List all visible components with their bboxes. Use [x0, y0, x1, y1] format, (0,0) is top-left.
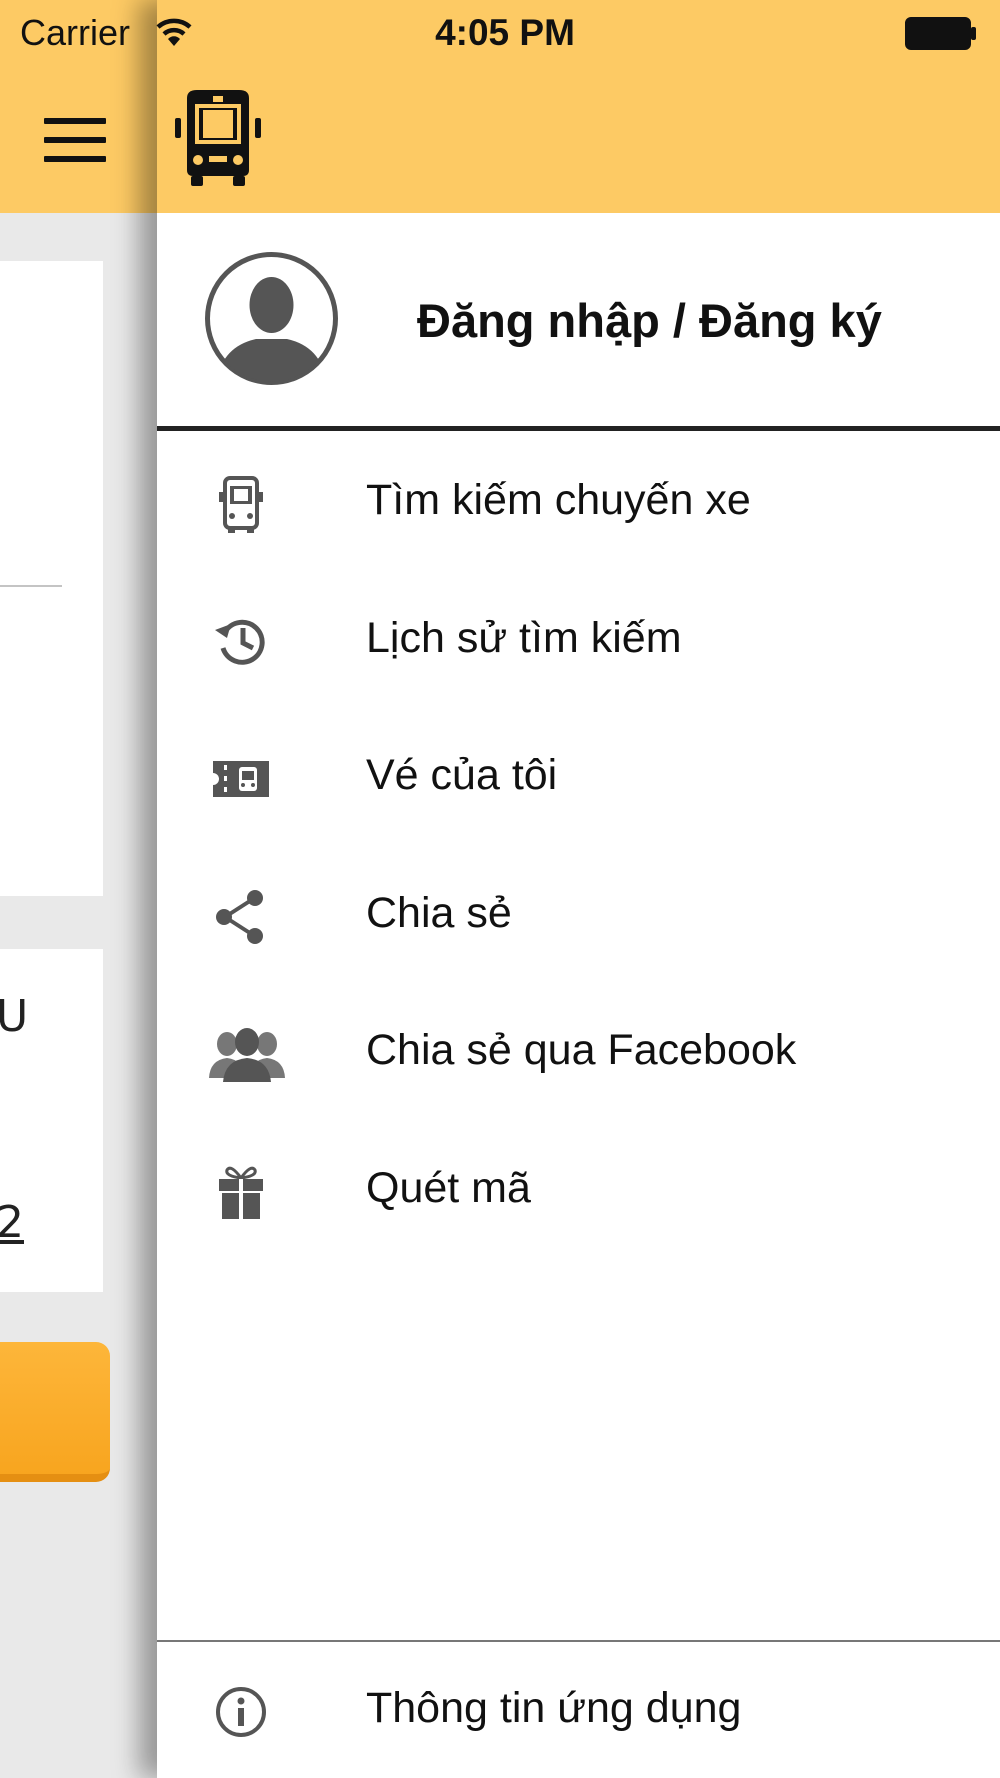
navigation-drawer: Đăng nhập / Đăng ký Tìm kiếm chuyến xe L…	[157, 0, 1000, 1778]
history-icon	[215, 619, 265, 665]
background-search-button	[0, 1342, 110, 1482]
status-time: 4:05 PM	[435, 12, 575, 53]
info-icon	[216, 1687, 266, 1737]
hamburger-menu-icon[interactable]	[44, 118, 106, 162]
battery-icon	[905, 17, 976, 50]
avatar-icon	[205, 252, 338, 385]
background-field-underline	[0, 585, 62, 587]
login-section[interactable]: Đăng nhập / Đăng ký	[157, 213, 1000, 428]
menu-item-share[interactable]: Chia sẻ	[157, 855, 1000, 975]
menu-item-label: Vé của tôi	[366, 751, 558, 799]
divider	[157, 426, 1000, 431]
menu-item-share-facebook[interactable]: Chia sẻ qua Facebook	[157, 992, 1000, 1112]
bus-icon	[219, 476, 263, 533]
menu-item-search-history[interactable]: Lịch sử tìm kiếm	[157, 580, 1000, 700]
menu-item-label: Tìm kiếm chuyến xe	[366, 476, 751, 524]
ticket-icon	[211, 761, 269, 797]
menu-item-app-info[interactable]: Thông tin ứng dụng	[157, 1650, 1000, 1770]
menu-item-label: Chia sẻ qua Facebook	[366, 1026, 797, 1074]
menu-item-label: Lịch sử tìm kiếm	[366, 614, 682, 662]
menu-item-my-tickets[interactable]: Vé của tôi	[157, 717, 1000, 837]
status-bar: Carrier 4:05 PM	[0, 0, 1000, 70]
background-card: U 2	[0, 949, 103, 1292]
share-icon	[216, 890, 263, 944]
divider	[157, 1640, 1000, 1642]
background-text: U	[0, 991, 29, 1042]
background-app: U 2	[0, 0, 157, 1778]
menu-item-label: Chia sẻ	[366, 889, 512, 937]
menu-item-label: Thông tin ứng dụng	[366, 1684, 742, 1732]
login-register-link[interactable]: Đăng nhập / Đăng ký	[417, 293, 882, 348]
menu-item-scan-code[interactable]: Quét mã	[157, 1130, 1000, 1250]
group-icon	[209, 1028, 285, 1082]
bus-logo-icon	[175, 90, 261, 186]
gift-icon	[219, 1166, 263, 1219]
background-text: 2	[0, 1197, 24, 1248]
menu-item-label: Quét mã	[366, 1164, 531, 1212]
background-card	[0, 261, 103, 896]
menu-item-search-trips[interactable]: Tìm kiếm chuyến xe	[157, 442, 1000, 562]
